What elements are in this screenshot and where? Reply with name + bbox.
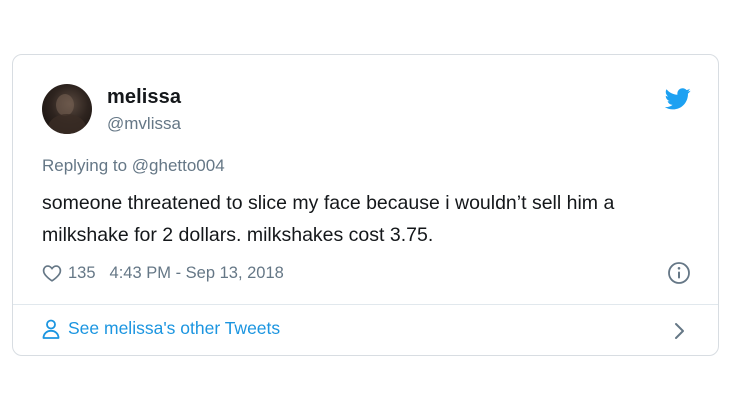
tweet-meta: 135 4:43 PM - Sep 13, 2018 (42, 261, 284, 285)
info-icon[interactable] (667, 261, 691, 285)
tweet-timestamp[interactable]: 4:43 PM - Sep 13, 2018 (110, 264, 284, 283)
chevron-right-icon[interactable] (673, 321, 687, 341)
divider (13, 304, 718, 305)
author-display-name[interactable]: melissa (107, 86, 181, 109)
person-icon (42, 319, 60, 339)
author-handle[interactable]: @mvlissa (107, 114, 181, 134)
replying-to-line: Replying to @ghetto004 (42, 156, 225, 176)
replying-to-label: Replying to (42, 156, 132, 175)
tweet-card: melissa @mvlissa Replying to @ghetto004 … (12, 54, 719, 356)
see-other-tweets-link[interactable]: See melissa's other Tweets (42, 318, 280, 339)
see-other-tweets-label[interactable]: See melissa's other Tweets (68, 318, 280, 339)
like-count[interactable]: 135 (68, 264, 96, 283)
tweet-text: someone threatened to slice my face beca… (42, 192, 615, 246)
avatar[interactable] (42, 84, 92, 134)
reply-mention-link[interactable]: @ghetto004 (132, 156, 225, 175)
twitter-bird-icon[interactable] (665, 88, 691, 110)
heart-icon[interactable] (42, 264, 62, 282)
